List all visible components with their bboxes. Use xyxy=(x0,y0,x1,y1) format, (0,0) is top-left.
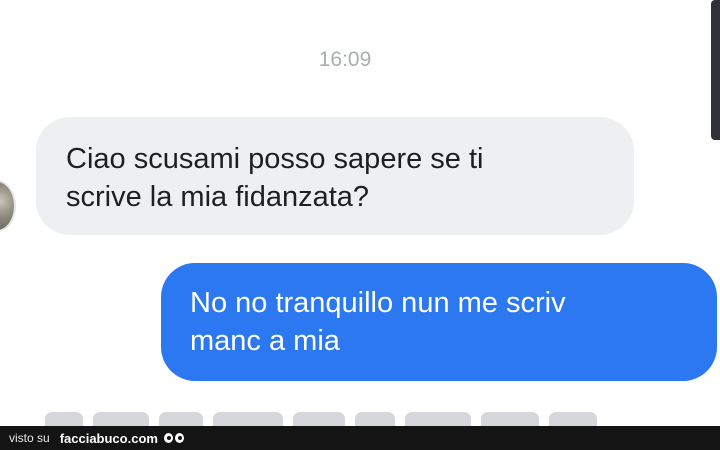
incoming-message-bubble[interactable]: Ciao scusami posso sapere se ti scrive l… xyxy=(36,117,634,235)
incoming-message-line: Ciao scusami posso sapere se ti xyxy=(66,143,484,175)
watermark-footer: visto su facciabuco.com xyxy=(0,426,720,450)
chat-area: 16:09 Ciao scusami posso sapere se ti sc… xyxy=(0,0,720,426)
scrollbar[interactable] xyxy=(711,0,720,140)
eyes-logo-icon xyxy=(163,433,184,443)
message-timestamp: 16:09 xyxy=(318,48,372,71)
outgoing-message-line: No no tranquillo nun me scriv xyxy=(190,287,566,319)
outgoing-message-bubble[interactable]: No no tranquillo nun me scriv manc a mia xyxy=(161,263,717,381)
contact-avatar[interactable] xyxy=(0,180,16,232)
incoming-message-line: scrive la mia fidanzata? xyxy=(66,181,370,213)
footer-site-name: facciabuco.com xyxy=(59,430,158,446)
cropped-text-row xyxy=(45,404,665,426)
footer-prefix-label: visto su xyxy=(9,431,50,445)
outgoing-message-line: manc a mia xyxy=(190,325,340,357)
